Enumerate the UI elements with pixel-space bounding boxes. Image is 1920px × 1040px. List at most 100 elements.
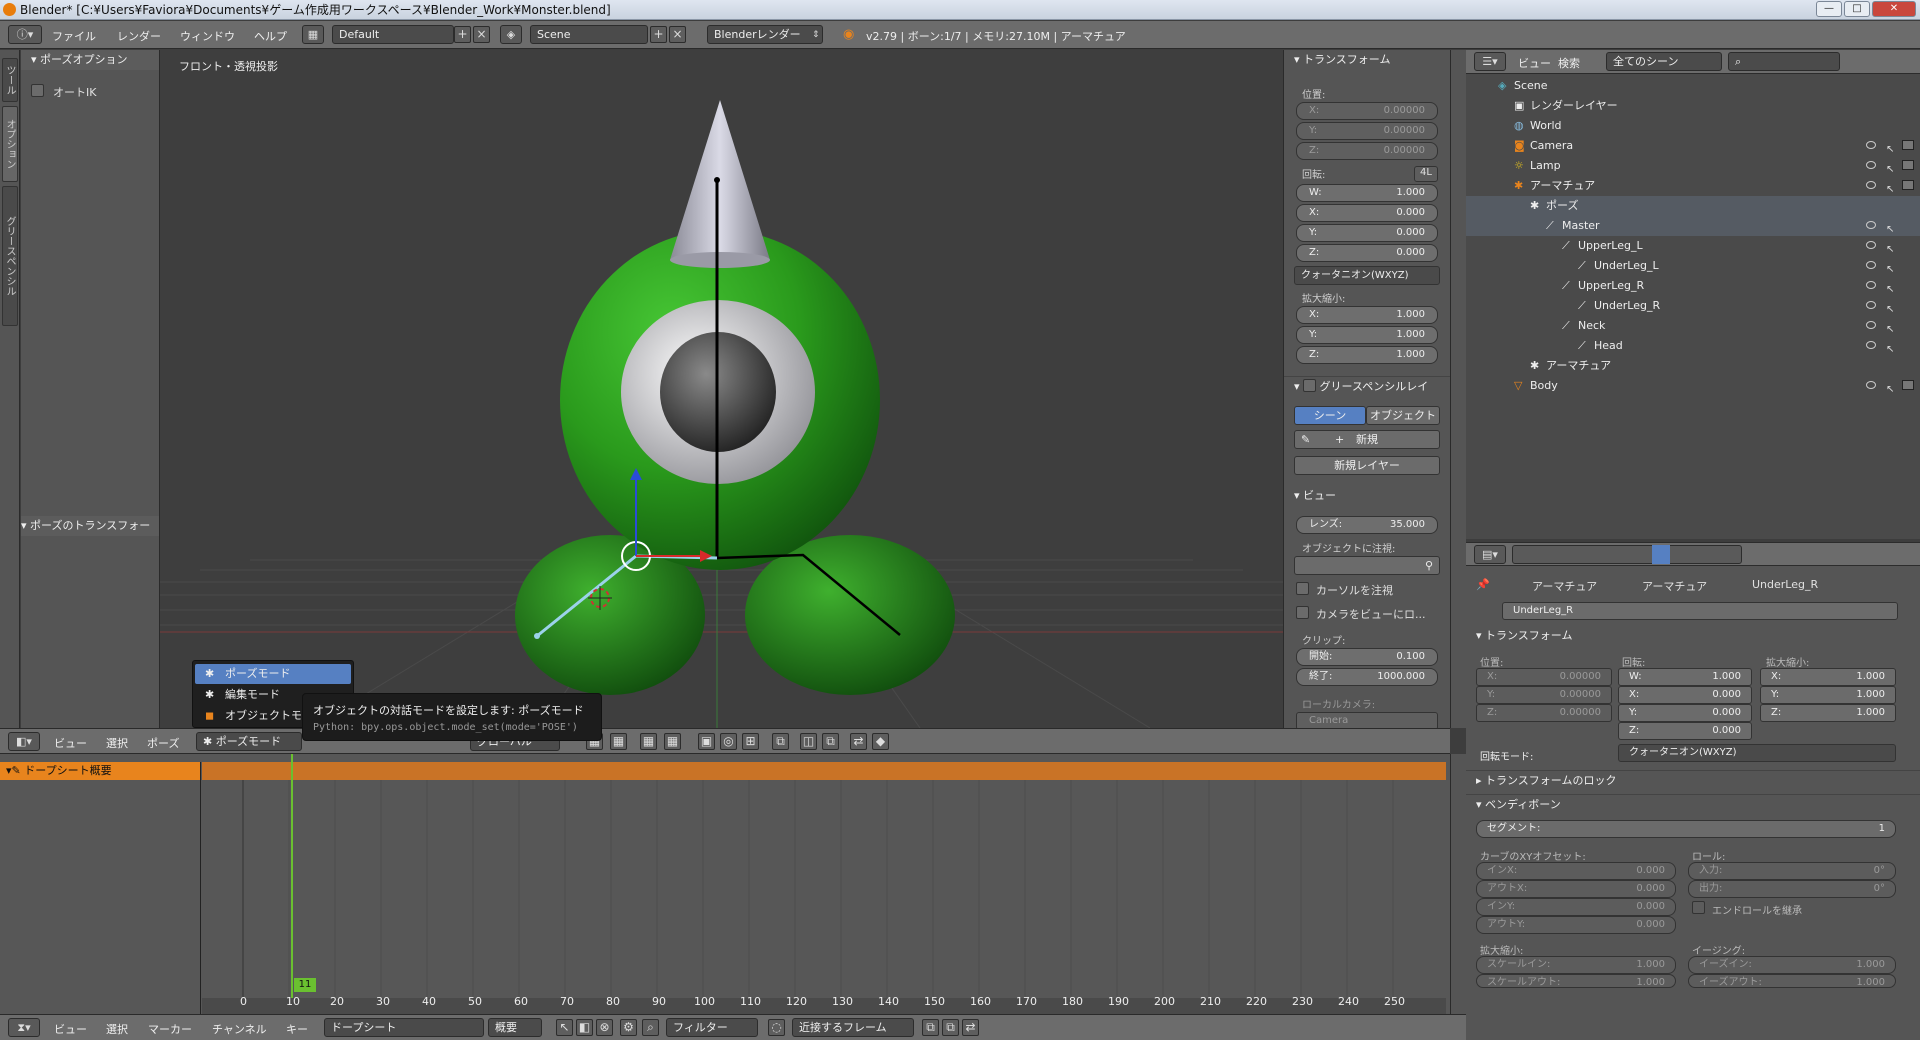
layout-add-icon[interactable]: +: [454, 26, 471, 43]
dopesheet-scrollbar[interactable]: [1450, 754, 1466, 1014]
roll-out-field[interactable]: 出力: 0°: [1688, 880, 1896, 898]
dope-sheet-editor[interactable]: ▾✎ ドープシート概要 11: [0, 754, 1450, 1014]
current-frame-indicator[interactable]: 11: [294, 978, 316, 992]
outliner-row-pose[interactable]: ✱ ポーズ: [1466, 196, 1920, 216]
ease-out-field[interactable]: イーズアウト: 1.000: [1688, 974, 1896, 988]
auto-snap-icon[interactable]: ◌: [768, 1019, 785, 1036]
layout-select[interactable]: Default: [332, 25, 454, 44]
rotation-x-field[interactable]: X: 0.000: [1296, 204, 1438, 222]
outliner-search-input[interactable]: ⌕: [1728, 52, 1840, 71]
outliner-row-upperleg-r[interactable]: ⟋ UpperLeg_R ↖: [1466, 276, 1920, 296]
dopesheet-mode-select[interactable]: ドープシート: [324, 1018, 484, 1037]
paste-keys-icon[interactable]: ⧉: [942, 1019, 959, 1036]
scene-icon[interactable]: ◈: [500, 25, 522, 44]
scene-add-icon[interactable]: +: [650, 26, 667, 43]
only-selected-icon[interactable]: ↖: [556, 1019, 573, 1036]
outliner-row-camera[interactable]: ◙ Camera ↖: [1466, 136, 1920, 156]
outliner-display-select[interactable]: 全てのシーン: [1606, 52, 1722, 71]
menu-item-object-mode[interactable]: ◼ オブジェクトモード: [195, 706, 303, 726]
gp-new-button[interactable]: ✎ + 新規: [1294, 430, 1440, 449]
bone-loc-y[interactable]: Y: 0.00000: [1476, 686, 1612, 704]
location-z-field[interactable]: Z: 0.00000: [1296, 142, 1438, 160]
render-preview-icon[interactable]: ◫: [800, 733, 817, 750]
bone-scale-y[interactable]: Y: 1.000: [1760, 686, 1896, 704]
grease-pencil-panel-header[interactable]: ▾ グリースペンシルレイ: [1284, 376, 1450, 396]
outliner-row-lamp[interactable]: ☼ Lamp ↖: [1466, 156, 1920, 176]
dopesheet-summary-row[interactable]: ▾✎ ドープシート概要: [0, 762, 200, 780]
layer-grid-2-icon[interactable]: ▦: [610, 733, 627, 750]
lock-object-field[interactable]: ⚲: [1294, 556, 1440, 575]
auto-snap-select[interactable]: 近接するフレーム: [792, 1018, 914, 1037]
render-camera-icon[interactable]: [1902, 180, 1914, 190]
keyframe-icon[interactable]: ◆: [872, 733, 889, 750]
eye-icon[interactable]: [1866, 321, 1876, 329]
dopesheet-editor-icon[interactable]: ⧗▾: [8, 1018, 40, 1037]
pose-transform-panel-header[interactable]: ▾ ポーズのトランスフォー: [21, 516, 159, 536]
ds-menu-view[interactable]: ビュー: [54, 1021, 87, 1037]
bone-rot-y[interactable]: Y: 0.000: [1618, 704, 1752, 722]
layer-grid-3-icon[interactable]: ▦: [640, 733, 657, 750]
scale-x-field[interactable]: X: 1.000: [1296, 306, 1438, 324]
auto-ik-checkbox[interactable]: [31, 84, 44, 97]
bone-rotation-mode-select[interactable]: クォータニオン(WXYZ): [1618, 744, 1896, 762]
view-panel-header[interactable]: ▾ ビュー: [1284, 486, 1450, 506]
pose-flip-icon[interactable]: ⇄: [850, 733, 867, 750]
vp-menu-select[interactable]: 選択: [106, 735, 128, 751]
bone-rot-z[interactable]: Z: 0.000: [1618, 722, 1752, 740]
eye-icon[interactable]: [1866, 281, 1876, 289]
gp-new-layer-button[interactable]: 新規レイヤー: [1294, 456, 1440, 475]
bone-loc-x[interactable]: X: 0.00000: [1476, 668, 1612, 686]
3d-viewport[interactable]: フロント・透視投影: [160, 50, 1283, 728]
ds-menu-select[interactable]: 選択: [106, 1021, 128, 1037]
proportional-icon[interactable]: ◎: [720, 733, 737, 750]
vp-menu-view[interactable]: ビュー: [54, 735, 87, 751]
curve-out-y[interactable]: アウトY: 0.000: [1476, 916, 1676, 934]
group-icon[interactable]: ⚙: [620, 1019, 637, 1036]
eye-icon[interactable]: [1866, 181, 1876, 189]
scene-select[interactable]: Scene: [530, 25, 648, 44]
bendy-bones-header[interactable]: ▾ ベンディボーン: [1466, 794, 1920, 814]
outliner-menu-search[interactable]: 検索: [1558, 55, 1580, 71]
outliner-editor-icon[interactable]: ☰▾: [1474, 52, 1506, 71]
lock-camera-checkbox[interactable]: [1296, 606, 1309, 619]
outliner-row-render-layers[interactable]: ▣ レンダーレイヤー: [1466, 96, 1920, 116]
copy-keys-icon[interactable]: ⧉: [922, 1019, 939, 1036]
curve-in-x[interactable]: インX: 0.000: [1476, 862, 1676, 880]
clip-end-field[interactable]: 終了: 1000.000: [1296, 668, 1438, 686]
render-camera-icon[interactable]: [1902, 160, 1914, 170]
summary-toggle[interactable]: 概要: [488, 1018, 542, 1037]
bone-transform-header[interactable]: ▾ トランスフォーム: [1466, 626, 1920, 646]
gp-enable-checkbox[interactable]: [1303, 379, 1317, 392]
ds-menu-marker[interactable]: マーカー: [148, 1021, 192, 1037]
eye-icon[interactable]: [1866, 141, 1876, 149]
interaction-mode-select[interactable]: ✱ ポーズモード: [196, 732, 302, 751]
bone-rot-w[interactable]: W: 1.000: [1618, 668, 1752, 686]
outliner-row-armature[interactable]: ✱ アーマチュア ↖: [1466, 176, 1920, 196]
ease-in-field[interactable]: イーズイン: 1.000: [1688, 956, 1896, 974]
properties-editor-icon[interactable]: ▤▾: [1474, 545, 1506, 564]
eye-icon[interactable]: [1866, 241, 1876, 249]
minimize-button[interactable]: —: [1816, 1, 1842, 17]
snap-icon[interactable]: ⊞: [742, 733, 759, 750]
rotation-4l-toggle[interactable]: 4L: [1414, 166, 1438, 182]
transform-panel-header[interactable]: ▾ トランスフォーム: [1284, 50, 1450, 70]
location-y-field[interactable]: Y: 0.00000: [1296, 122, 1438, 140]
scale-in-field[interactable]: スケールイン: 1.000: [1476, 956, 1676, 974]
menu-item-pose-mode[interactable]: ✱ ポーズモード: [195, 664, 351, 684]
filter-button[interactable]: フィルター: [666, 1018, 758, 1037]
maximize-button[interactable]: □: [1844, 1, 1870, 17]
eye-icon[interactable]: [1866, 341, 1876, 349]
eye-icon[interactable]: [1866, 301, 1876, 309]
tab-tools[interactable]: ツール: [2, 58, 18, 102]
segments-field[interactable]: セグメント: 1: [1476, 820, 1896, 838]
eye-icon[interactable]: [1866, 381, 1876, 389]
layout-remove-icon[interactable]: ×: [473, 26, 490, 43]
pin-icon[interactable]: 📌: [1476, 578, 1490, 591]
scale-y-field[interactable]: Y: 1.000: [1296, 326, 1438, 344]
outliner-row-head[interactable]: ⟋ Head ↖: [1466, 336, 1920, 356]
pose-copy-icon[interactable]: ⧉: [772, 733, 789, 750]
lens-field[interactable]: レンズ: 35.000: [1296, 516, 1438, 534]
bone-scale-x[interactable]: X: 1.000: [1760, 668, 1896, 686]
outliner-row-master[interactable]: ⟋ Master ↖: [1466, 216, 1920, 236]
eye-icon[interactable]: [1866, 161, 1876, 169]
